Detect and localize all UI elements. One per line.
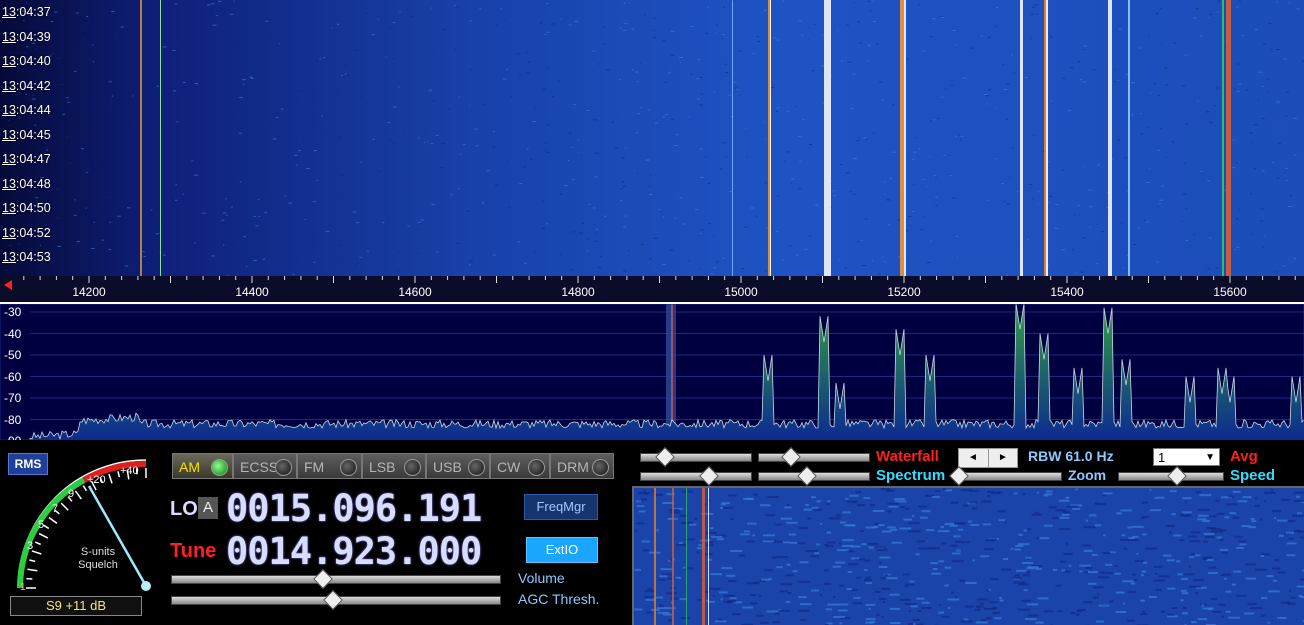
waterfall-range-slider-2[interactable] xyxy=(758,453,870,462)
mode-led-icon xyxy=(211,459,228,476)
lo-label: LO xyxy=(170,498,198,521)
rbw-label: RBW 61.0 Hz xyxy=(1028,448,1114,464)
mode-button-label: AM xyxy=(179,459,200,475)
volume-slider[interactable] xyxy=(171,575,501,584)
frequency-tick-label: 15600 xyxy=(1213,285,1246,299)
db-scale-label: -70 xyxy=(4,391,21,405)
mode-button-label: LSB xyxy=(369,459,395,475)
meter-caption-s-units: S-units xyxy=(68,546,128,558)
meter-scale-plus40: +40 xyxy=(120,465,139,477)
waterfall-label: Waterfall xyxy=(876,448,939,465)
volume-label: Volume xyxy=(518,570,565,586)
db-scale-label: -60 xyxy=(4,370,21,384)
waterfall-timestamp: 13:04:39 xyxy=(2,30,51,44)
mode-button-label: CW xyxy=(497,459,520,475)
mode-button-ecss[interactable]: ECSS xyxy=(233,453,297,479)
meter-needle xyxy=(89,486,146,586)
waterfall-timestamp: 13:04:40 xyxy=(2,54,51,68)
mode-button-label: USB xyxy=(433,459,462,475)
waterfall-display[interactable]: 13:04:37 13:04:39 13:04:40 13:04:42 13:04:44… xyxy=(0,0,1304,276)
waterfall-canvas xyxy=(0,0,1304,276)
frequency-tick-label: 15000 xyxy=(724,285,757,299)
frequency-ticks xyxy=(0,276,1304,302)
meter-scale-1: 1 xyxy=(20,582,26,593)
avg-select[interactable]: 1▼ xyxy=(1153,448,1220,466)
lo-frequency-display[interactable]: 0015.096.191 xyxy=(226,487,481,530)
zoom-slider[interactable] xyxy=(956,472,1062,481)
mode-button-am[interactable]: AM xyxy=(172,453,233,479)
zoomed-waterfall-canvas xyxy=(634,488,1304,625)
meter-scale-5: 5 xyxy=(38,519,44,531)
mode-led-icon xyxy=(340,459,357,476)
waterfall-timestamp: 13:04:37 xyxy=(2,5,51,19)
nav-left-icon[interactable]: ◄ xyxy=(959,449,987,467)
mode-button-label: ECSS xyxy=(240,459,278,475)
frequency-tick-label: 15200 xyxy=(887,285,920,299)
db-scale-label: -40 xyxy=(4,327,21,341)
mode-button-lsb[interactable]: LSB xyxy=(362,453,426,479)
waterfall-timestamp: 13:04:53 xyxy=(2,250,51,264)
db-scale-label: -80 xyxy=(4,413,21,427)
mode-button-label: FM xyxy=(304,459,324,475)
meter-scale-7: 7 xyxy=(52,503,58,515)
spectrum-display[interactable]: -30-40-50-60-70-80-90 xyxy=(0,304,1304,440)
mode-button-drm[interactable]: DRM xyxy=(550,453,614,479)
tune-frequency-display[interactable]: 0014.923.000 xyxy=(226,530,481,573)
mode-led-icon xyxy=(528,459,545,476)
waterfall-timestamp: 13:04:45 xyxy=(2,128,51,142)
spectrum-label: Spectrum xyxy=(876,467,945,484)
zoomed-waterfall-display[interactable] xyxy=(632,486,1304,625)
frequency-tick-label: 14600 xyxy=(398,285,431,299)
spectrum-range-slider-1[interactable] xyxy=(640,472,752,481)
tune-label: Tune xyxy=(170,540,216,563)
waterfall-timestamp: 13:04:50 xyxy=(2,201,51,215)
meter-scale-3: 3 xyxy=(27,540,33,552)
lo-vfo-a-button[interactable]: A xyxy=(198,497,218,519)
meter-scale-9: 9 xyxy=(68,488,74,500)
agc-threshold-label: AGC Thresh. xyxy=(518,591,599,607)
db-scale-label: -30 xyxy=(4,305,21,319)
mode-button-fm[interactable]: FM xyxy=(297,453,362,479)
freqmgr-button[interactable]: FreqMgr xyxy=(524,494,598,520)
spectrum-plot xyxy=(0,304,1304,440)
waterfall-timestamp: 13:04:42 xyxy=(2,79,51,93)
speed-label: Speed xyxy=(1230,467,1275,484)
signal-level-readout: S9 +11 dB xyxy=(10,596,142,616)
waterfall-nav-buttons[interactable]: ◄ ► xyxy=(958,448,1018,468)
mode-led-icon xyxy=(275,459,292,476)
chevron-down-icon: ▼ xyxy=(1205,449,1215,467)
frequency-axis[interactable]: 14200 14400 14600 14800 15000 15200 15400 15600 xyxy=(0,276,1304,304)
zoom-label: Zoom xyxy=(1068,467,1106,483)
mode-button-cw[interactable]: CW xyxy=(490,453,550,479)
mode-led-icon xyxy=(592,459,609,476)
mode-led-icon xyxy=(468,459,485,476)
mode-button-label: DRM xyxy=(557,459,589,475)
frequency-tick-label: 14200 xyxy=(72,285,105,299)
mode-button-usb[interactable]: USB xyxy=(426,453,490,479)
extio-button[interactable]: ExtIO xyxy=(526,537,598,563)
waterfall-timestamp: 13:04:47 xyxy=(2,152,51,166)
waterfall-timestamp: 13:04:48 xyxy=(2,177,51,191)
waterfall-timestamp: 13:04:44 xyxy=(2,103,51,117)
frequency-tick-label: 14800 xyxy=(561,285,594,299)
waterfall-timestamp: 13:04:52 xyxy=(2,226,51,240)
nav-right-icon[interactable]: ► xyxy=(988,449,1017,467)
mode-led-icon xyxy=(404,459,421,476)
meter-scale-plus20: +20 xyxy=(87,474,106,486)
db-scale-label: -50 xyxy=(4,348,21,362)
avg-label: Avg xyxy=(1230,448,1258,465)
frequency-tick-label: 15400 xyxy=(1050,285,1083,299)
frequency-tick-label: 14400 xyxy=(235,285,268,299)
meter-caption-squelch: Squelch xyxy=(68,559,128,571)
